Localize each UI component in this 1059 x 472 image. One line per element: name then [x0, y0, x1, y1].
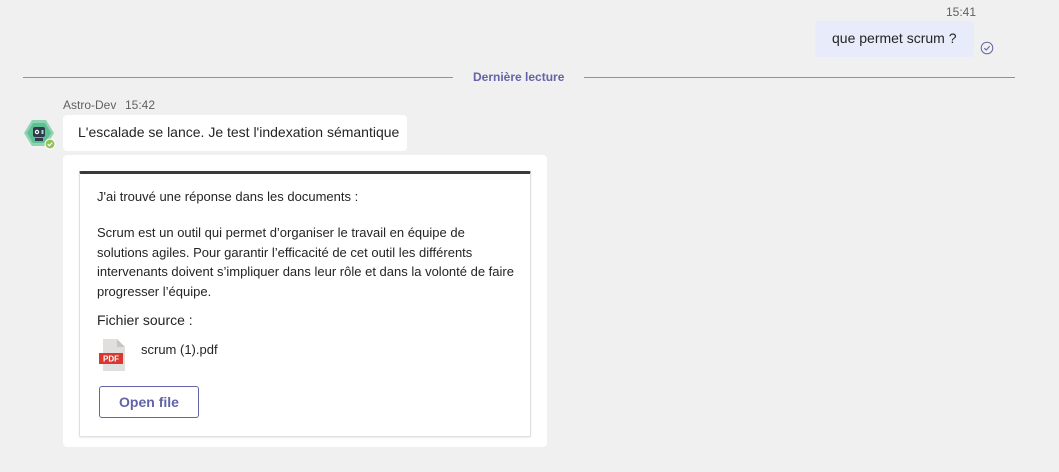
read-receipt-icon	[980, 41, 994, 55]
bot-avatar-icon[interactable]	[23, 117, 57, 151]
incoming-message-text: L'escalade se lance. Je test l'indexatio…	[78, 124, 400, 140]
pdf-file-icon[interactable]: PDF	[98, 338, 128, 372]
incoming-message-bubble[interactable]: L'escalade se lance. Je test l'indexatio…	[63, 115, 407, 151]
source-file-label: Fichier source :	[97, 312, 193, 328]
last-read-divider-line	[23, 77, 453, 78]
outgoing-message-text: que permet scrum ?	[832, 30, 957, 46]
last-read-divider-line	[584, 77, 1015, 78]
card-intro-text: J'ai trouvé une réponse dans les documen…	[97, 189, 359, 204]
outgoing-timestamp: 15:41	[946, 5, 977, 19]
pdf-badge-text: PDF	[103, 355, 119, 364]
open-file-button[interactable]: Open file	[99, 386, 199, 418]
outgoing-message-bubble[interactable]: que permet scrum ?	[815, 21, 974, 57]
last-read-divider-label: Dernière lecture	[473, 70, 565, 84]
incoming-timestamp: 15:42	[125, 98, 156, 112]
sender-name[interactable]: Astro-Dev	[63, 98, 116, 112]
file-name[interactable]: scrum (1).pdf	[141, 342, 218, 357]
card-answer-text: Scrum est un outil qui permet d’organise…	[97, 225, 514, 299]
